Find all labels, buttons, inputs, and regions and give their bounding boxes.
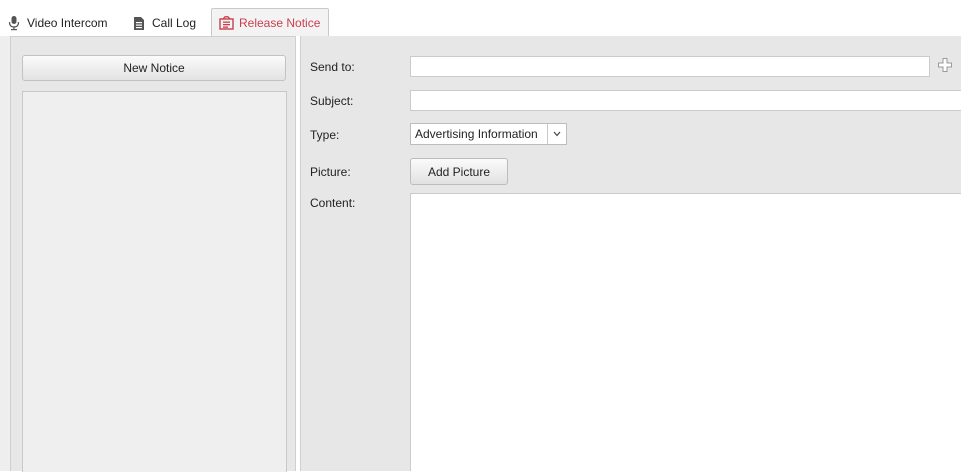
send-to-input[interactable] xyxy=(410,56,930,77)
tab-label: Release Notice xyxy=(239,15,321,30)
type-select[interactable]: Advertising Information xyxy=(410,123,567,145)
tab-video-intercom[interactable]: Video Intercom xyxy=(6,10,108,36)
notice-icon xyxy=(218,15,234,31)
send-to-label: Send to: xyxy=(310,60,355,74)
tab-label: Video Intercom xyxy=(27,16,108,30)
tab-label: Call Log xyxy=(152,16,197,30)
subject-label: Subject: xyxy=(310,94,354,108)
chevron-down-icon[interactable] xyxy=(547,124,566,144)
add-picture-button[interactable]: Add Picture xyxy=(410,158,508,185)
picture-label: Picture: xyxy=(310,165,351,179)
tab-call-log[interactable]: Call Log xyxy=(131,10,196,36)
content-textarea[interactable] xyxy=(410,193,961,471)
document-icon xyxy=(131,15,147,31)
type-label: Type: xyxy=(310,128,340,142)
window-edge xyxy=(0,36,10,471)
tab-bar: Video Intercom Call Log Release Notice xyxy=(0,0,961,36)
add-recipient-icon[interactable] xyxy=(937,57,953,73)
notice-form: Send to: Subject: Type: Advertising Info… xyxy=(300,36,961,471)
microphone-icon xyxy=(6,15,22,31)
tab-release-notice[interactable]: Release Notice xyxy=(211,8,330,36)
content-label: Content: xyxy=(310,196,356,210)
type-selected-value: Advertising Information xyxy=(415,127,538,141)
subject-input[interactable] xyxy=(410,90,961,111)
notice-list[interactable] xyxy=(22,91,287,472)
new-notice-button[interactable]: New Notice xyxy=(22,55,286,81)
notice-sidebar: New Notice xyxy=(10,36,296,472)
